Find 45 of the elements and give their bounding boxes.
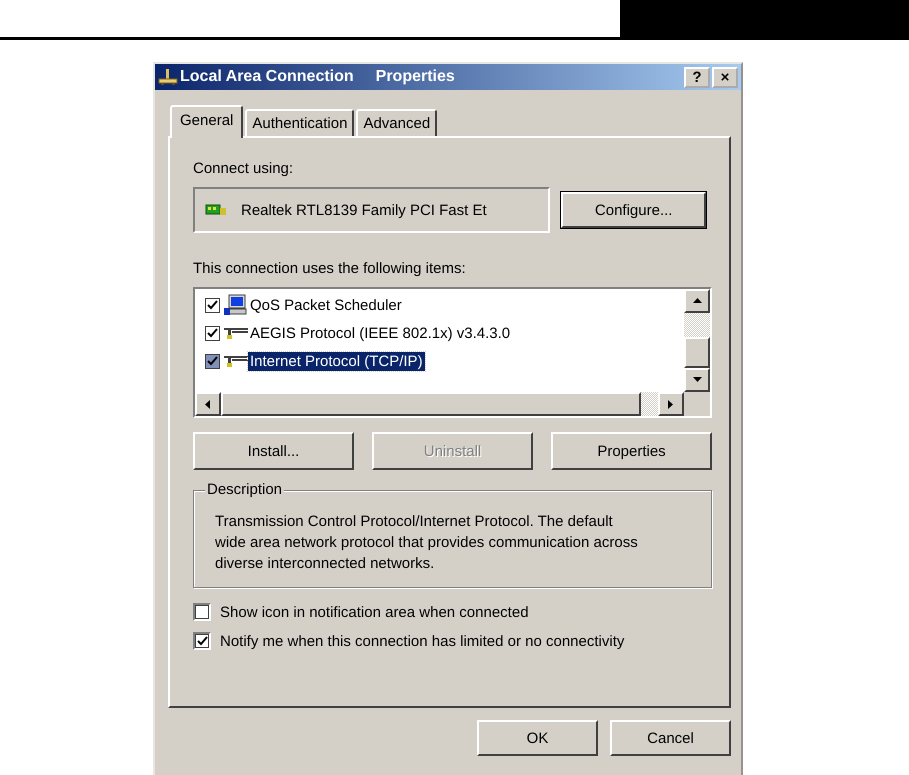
group-legend: Description	[205, 481, 284, 498]
checkbox[interactable]	[205, 298, 220, 312]
action-button[interactable]: Install...	[193, 432, 354, 470]
tab[interactable]: Advanced	[356, 109, 438, 136]
check-mark-icon	[196, 636, 208, 646]
tab[interactable]: Authentication	[245, 109, 354, 136]
list-item[interactable]: AEGIS Protocol (IEEE 802.1x) v3.4.3.0	[248, 324, 512, 342]
list-item[interactable]: Internet Protocol (TCP/IP)	[248, 352, 425, 370]
items-label: This connection uses the following items:	[193, 260, 467, 279]
checkbox[interactable]	[205, 354, 220, 368]
right-arrow-icon[interactable]	[668, 400, 674, 408]
check-mark-icon	[207, 356, 218, 366]
connect-using-label: Connect using:	[193, 160, 294, 179]
network-plug-icon	[224, 326, 248, 340]
option-label[interactable]: Notify me when this connection has limited or no connectivity	[220, 632, 624, 650]
checkbox[interactable]	[205, 326, 220, 340]
action-button[interactable]: Properties	[551, 432, 712, 470]
help-button[interactable]: ?	[684, 66, 710, 88]
list-item[interactable]: QoS Packet Scheduler	[248, 296, 404, 314]
computer-icon	[224, 294, 248, 316]
check-mark-icon	[207, 328, 218, 338]
close-button[interactable]: ×	[712, 66, 738, 88]
scroll-thumb[interactable]	[221, 392, 641, 416]
left-arrow-icon[interactable]	[205, 400, 211, 408]
checkbox[interactable]	[193, 603, 211, 621]
up-arrow-icon[interactable]	[692, 298, 702, 304]
vertical-scrollbar[interactable]	[684, 289, 710, 392]
tab[interactable]: General	[170, 105, 244, 138]
dialog-button[interactable]: OK	[477, 720, 598, 756]
option-label[interactable]: Show icon in notification area when connected	[220, 604, 529, 620]
window-title-suffix: Properties	[376, 68, 455, 86]
configure-button[interactable]: Configure...	[561, 192, 706, 228]
window-title: Local Area Connection	[180, 68, 354, 86]
network-icon	[158, 68, 178, 86]
check-mark-icon	[207, 300, 218, 310]
scroll-track[interactable]	[684, 313, 710, 337]
adapter-name: Realtek RTL8139 Family PCI Fast Et	[241, 202, 487, 218]
scroll-thumb[interactable]	[684, 337, 710, 368]
network-card-icon	[205, 203, 227, 217]
dialog-button[interactable]: Cancel	[610, 720, 731, 756]
down-arrow-icon[interactable]	[692, 377, 702, 383]
network-plug-icon	[224, 354, 248, 368]
description-text: Transmission Control Protocol/Internet Protocol. The default wide area network protocol that provides communication across diverse interconnected networks.	[215, 512, 639, 574]
checkbox[interactable]	[193, 632, 211, 650]
scroll-track[interactable]	[641, 392, 658, 416]
